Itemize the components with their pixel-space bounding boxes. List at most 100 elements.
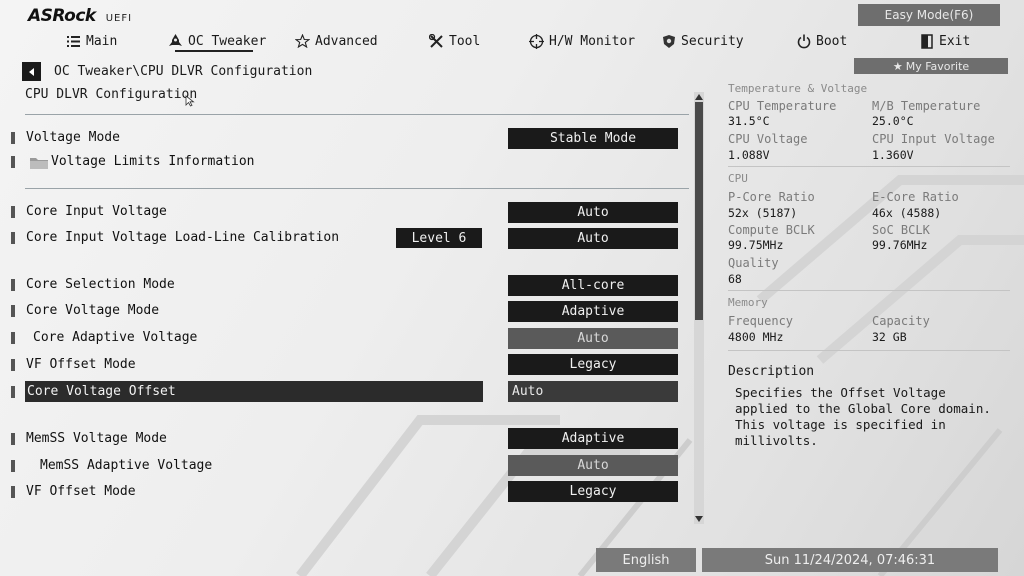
- pcore-ratio-value: 52x (5187): [728, 206, 798, 220]
- star-icon: ★: [892, 59, 903, 73]
- soc-bclk-label: SoC BCLK: [872, 223, 930, 237]
- tab-tool[interactable]: Tool: [429, 32, 480, 50]
- tab-hw-monitor[interactable]: H/W Monitor: [529, 32, 635, 50]
- setting-core-input-voltage[interactable]: Core Input Voltage: [26, 204, 167, 219]
- cpu-voltage-label: CPU Voltage: [728, 132, 808, 146]
- llc-level-badge: Level 6: [396, 228, 482, 248]
- ecore-ratio-label: E-Core Ratio: [872, 190, 959, 204]
- rocket-icon: [168, 34, 183, 49]
- row-marker: [11, 332, 15, 344]
- row-marker: [11, 132, 15, 144]
- my-favorite-button[interactable]: ★ My Favorite: [854, 58, 1008, 74]
- info-separator: [728, 290, 1010, 291]
- folder-icon: [30, 158, 48, 169]
- cpu-temperature-label: CPU Temperature: [728, 99, 837, 113]
- cpu-input-voltage-value: 1.360V: [872, 148, 914, 162]
- tab-boot[interactable]: Boot: [796, 32, 847, 50]
- core-selection-mode-select[interactable]: All-core: [508, 275, 678, 296]
- tab-advanced[interactable]: Advanced: [295, 32, 378, 50]
- scroll-down-arrow-icon[interactable]: [694, 514, 704, 524]
- row-marker: [11, 359, 15, 371]
- tab-main-label: Main: [86, 33, 118, 49]
- setting-voltage-mode[interactable]: Voltage Mode: [26, 130, 120, 145]
- setting-core-selection-mode[interactable]: Core Selection Mode: [26, 277, 175, 292]
- compute-bclk-label: Compute BCLK: [728, 223, 815, 237]
- my-favorite-label: My Favorite: [905, 59, 970, 73]
- tab-hw-monitor-label: H/W Monitor: [549, 33, 636, 49]
- setting-core-adaptive-voltage[interactable]: Core Adaptive Voltage: [33, 330, 197, 345]
- temperature-voltage-heading: Temperature & Voltage: [728, 82, 868, 95]
- quality-value: 68: [728, 272, 742, 286]
- row-marker: [11, 386, 15, 398]
- cpu-temperature-value: 31.5°C: [728, 114, 770, 128]
- ecore-ratio-value: 46x (4588): [872, 206, 942, 220]
- setting-core-voltage-mode[interactable]: Core Voltage Mode: [26, 303, 159, 318]
- list-icon: [66, 34, 81, 49]
- setting-core-input-voltage-llc[interactable]: Core Input Voltage Load-Line Calibration: [26, 230, 339, 245]
- description-text: Specifies the Offset Voltage applied to …: [735, 385, 991, 448]
- scroll-up-arrow-icon[interactable]: [694, 92, 704, 102]
- tab-main[interactable]: Main: [66, 32, 117, 50]
- tab-advanced-label: Advanced: [315, 33, 378, 49]
- easy-mode-button[interactable]: Easy Mode(F6): [858, 4, 1000, 26]
- logo-text: ASRock: [28, 6, 96, 26]
- divider: [25, 188, 689, 189]
- asrock-logo: ASRock UEFI: [28, 6, 132, 26]
- info-separator: [728, 166, 1010, 167]
- core-voltage-offset-input[interactable]: Auto: [508, 381, 678, 402]
- voltage-mode-select[interactable]: Stable Mode: [508, 128, 678, 149]
- pcore-ratio-label: P-Core Ratio: [728, 190, 815, 204]
- active-tab-underline: [175, 50, 253, 52]
- mouse-cursor-icon: [185, 95, 195, 107]
- vf-offset-mode-memss-select[interactable]: Legacy: [508, 481, 678, 502]
- star-icon: [295, 34, 310, 49]
- frequency-label: Frequency: [728, 314, 794, 328]
- tab-exit[interactable]: Exit: [919, 32, 970, 50]
- info-separator: [728, 350, 1010, 351]
- row-marker: [11, 305, 15, 317]
- quality-label: Quality: [728, 256, 779, 270]
- setting-voltage-limits-information[interactable]: Voltage Limits Information: [51, 154, 255, 169]
- setting-vf-offset-mode[interactable]: VF Offset Mode: [26, 357, 136, 372]
- cpu-voltage-value: 1.088V: [728, 148, 770, 162]
- row-marker: [11, 279, 15, 291]
- memss-adaptive-voltage-field[interactable]: Auto: [508, 455, 678, 476]
- datetime-display[interactable]: Sun 11/24/2024, 07:46:31: [702, 548, 998, 572]
- logo-sub-text: UEFI: [105, 13, 133, 24]
- core-input-voltage-llc-select[interactable]: Auto: [508, 228, 678, 249]
- vf-offset-mode-select[interactable]: Legacy: [508, 354, 678, 375]
- page-title: CPU DLVR Configuration: [25, 87, 198, 102]
- mb-temperature-value: 25.0°C: [872, 114, 914, 128]
- row-marker: [11, 232, 15, 244]
- crosshair-icon: [529, 33, 544, 49]
- back-arrow-icon: [28, 67, 34, 76]
- frequency-value: 4800 MHz: [728, 330, 784, 344]
- cpu-heading: CPU: [728, 172, 748, 185]
- description-title: Description: [728, 364, 815, 379]
- setting-core-voltage-offset[interactable]: Core Voltage Offset: [27, 384, 176, 399]
- language-button[interactable]: English: [596, 548, 696, 572]
- tab-security-label: Security: [681, 33, 744, 49]
- core-adaptive-voltage-field[interactable]: Auto: [508, 328, 678, 349]
- shield-icon: [661, 34, 676, 49]
- setting-memss-adaptive-voltage[interactable]: MemSS Adaptive Voltage: [40, 458, 212, 473]
- setting-memss-voltage-mode[interactable]: MemSS Voltage Mode: [26, 431, 167, 446]
- tab-exit-label: Exit: [939, 33, 971, 49]
- exit-icon: [919, 33, 934, 49]
- soc-bclk-value: 99.76MHz: [872, 238, 928, 252]
- core-input-voltage-select[interactable]: Auto: [508, 202, 678, 223]
- tab-oc-tweaker[interactable]: OC Tweaker: [168, 32, 266, 50]
- tab-tool-label: Tool: [449, 33, 481, 49]
- core-voltage-mode-select[interactable]: Adaptive: [508, 301, 678, 322]
- memss-voltage-mode-select[interactable]: Adaptive: [508, 428, 678, 449]
- row-marker: [11, 433, 15, 445]
- row-marker: [11, 156, 15, 168]
- setting-vf-offset-mode-memss[interactable]: VF Offset Mode: [26, 484, 136, 499]
- row-marker: [11, 460, 15, 472]
- tab-security[interactable]: Security: [661, 32, 744, 50]
- row-marker: [11, 206, 15, 218]
- scrollbar-thumb[interactable]: [695, 102, 703, 320]
- tab-boot-label: Boot: [816, 33, 848, 49]
- back-button[interactable]: [22, 62, 41, 81]
- tab-oc-tweaker-label: OC Tweaker: [188, 33, 267, 49]
